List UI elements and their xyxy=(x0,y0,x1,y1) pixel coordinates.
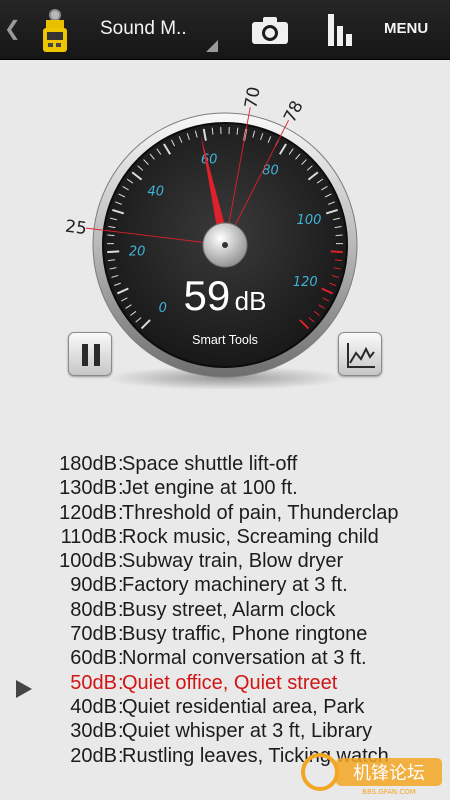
reference-db: 180dB xyxy=(59,453,117,475)
app-title[interactable]: Sound M.. xyxy=(100,18,187,40)
camera-icon[interactable] xyxy=(250,12,290,48)
gauge-tick-label: 40 xyxy=(147,185,164,200)
reference-description: Factory machinery at 3 ft. xyxy=(122,574,348,597)
reference-description: Rock music, Screaming child xyxy=(122,525,379,548)
reference-row: 120dB: Threshold of pain, Thunderclap xyxy=(0,501,450,525)
reference-db: 80dB xyxy=(70,598,117,621)
line-graph-icon xyxy=(347,343,375,368)
reference-row: 60dB: Normal conversation at 3 ft. xyxy=(0,646,450,670)
reference-row: 100dB: Subway train, Blow dryer xyxy=(0,549,450,573)
decibel-unit: dB xyxy=(234,286,267,316)
reference-db: 120dB xyxy=(59,501,117,524)
watermark-logo: 机锋论坛 BBS.GFAN.COM xyxy=(301,753,442,796)
reference-description: Busy traffic, Phone ringtone xyxy=(122,623,368,646)
reference-description: Quiet residential area, Park xyxy=(122,695,365,718)
gauge-tick xyxy=(107,234,115,237)
gauge-min-marker-label: 25 xyxy=(64,217,88,239)
spinner-dropdown-indicator xyxy=(206,40,218,52)
gauge-tick xyxy=(330,250,343,254)
reference-row: 130dB: Jet engine at 100 ft. xyxy=(0,476,450,500)
reference-db: 110dB xyxy=(60,525,117,548)
reference-db: 130dB xyxy=(59,477,117,500)
gauge-tick-label: 60 xyxy=(201,152,218,167)
reference-description: Busy street, Alarm clock xyxy=(122,598,336,621)
reference-row: 110dB: Rock music, Screaming child xyxy=(0,525,450,549)
chevron-left-icon[interactable]: ❮ xyxy=(4,16,21,40)
watermark-url: BBS.GFAN.COM xyxy=(362,788,416,796)
reference-db: 100dB xyxy=(59,550,117,573)
reference-description: Normal conversation at 3 ft. xyxy=(122,647,367,670)
graph-button[interactable] xyxy=(338,332,382,376)
reference-db: 40dB xyxy=(70,695,117,718)
reference-db: 60dB xyxy=(70,647,117,670)
sound-meter-app-icon[interactable] xyxy=(40,8,70,54)
reference-db: 30dB xyxy=(70,720,117,743)
gauge-tick-label: 100 xyxy=(297,213,322,228)
reference-description: Jet engine at 100 ft. xyxy=(122,477,298,500)
decibel-value: 59 xyxy=(183,272,231,319)
reference-row: 80dB: Busy street, Alarm clock xyxy=(0,598,450,622)
action-bar: ❮ Sound M.. MENU xyxy=(0,0,450,60)
reference-description: Quiet office, Quiet street xyxy=(122,671,338,694)
reference-description: Space shuttle lift-off xyxy=(122,453,298,475)
gauge-tick-label: 20 xyxy=(129,244,146,259)
watermark-text: 机锋论坛 xyxy=(353,763,425,784)
bar-chart-icon[interactable] xyxy=(322,12,358,48)
reference-db: 20dB xyxy=(70,744,117,767)
pause-button[interactable] xyxy=(68,332,112,376)
gauge-avg-marker-label: 70 xyxy=(241,85,265,110)
gauge-tick xyxy=(107,250,120,254)
reference-db: 70dB xyxy=(70,623,117,646)
decibel-reference-list: 180dB: Space shuttle lift-off 130dB: Jet en… xyxy=(0,452,450,768)
menu-button[interactable]: MENU xyxy=(384,20,428,37)
gauge-max-marker-label: 78 xyxy=(280,98,308,126)
reference-description: Subway train, Blow dryer xyxy=(122,550,344,573)
reference-row: 50dB: Quiet office, Quiet street xyxy=(0,671,450,695)
decibel-reading: 59 dB xyxy=(0,272,450,320)
gauge-tick-label: 80 xyxy=(262,164,279,179)
reference-description: Quiet whisper at 3 ft, Library xyxy=(122,720,373,743)
reference-row: 180dB: Space shuttle lift-off xyxy=(0,452,450,476)
sound-level-gauge: 0 20 40 60 80 100 120 25 70 78 59 dB Smart Tools xyxy=(0,60,450,400)
pause-icon xyxy=(82,344,100,366)
reference-description: Threshold of pain, Thunderclap xyxy=(122,501,399,524)
reference-db: 90dB xyxy=(70,574,117,597)
reference-row: 90dB: Factory machinery at 3 ft. xyxy=(0,573,450,597)
reference-row: 70dB: Busy traffic, Phone ringtone xyxy=(0,622,450,646)
reference-db: 50dB xyxy=(70,671,117,694)
reference-row: 30dB: Quiet whisper at 3 ft, Library xyxy=(0,719,450,743)
reference-row: 40dB: Quiet residential area, Park xyxy=(0,695,450,719)
gauge-tick xyxy=(335,234,343,237)
